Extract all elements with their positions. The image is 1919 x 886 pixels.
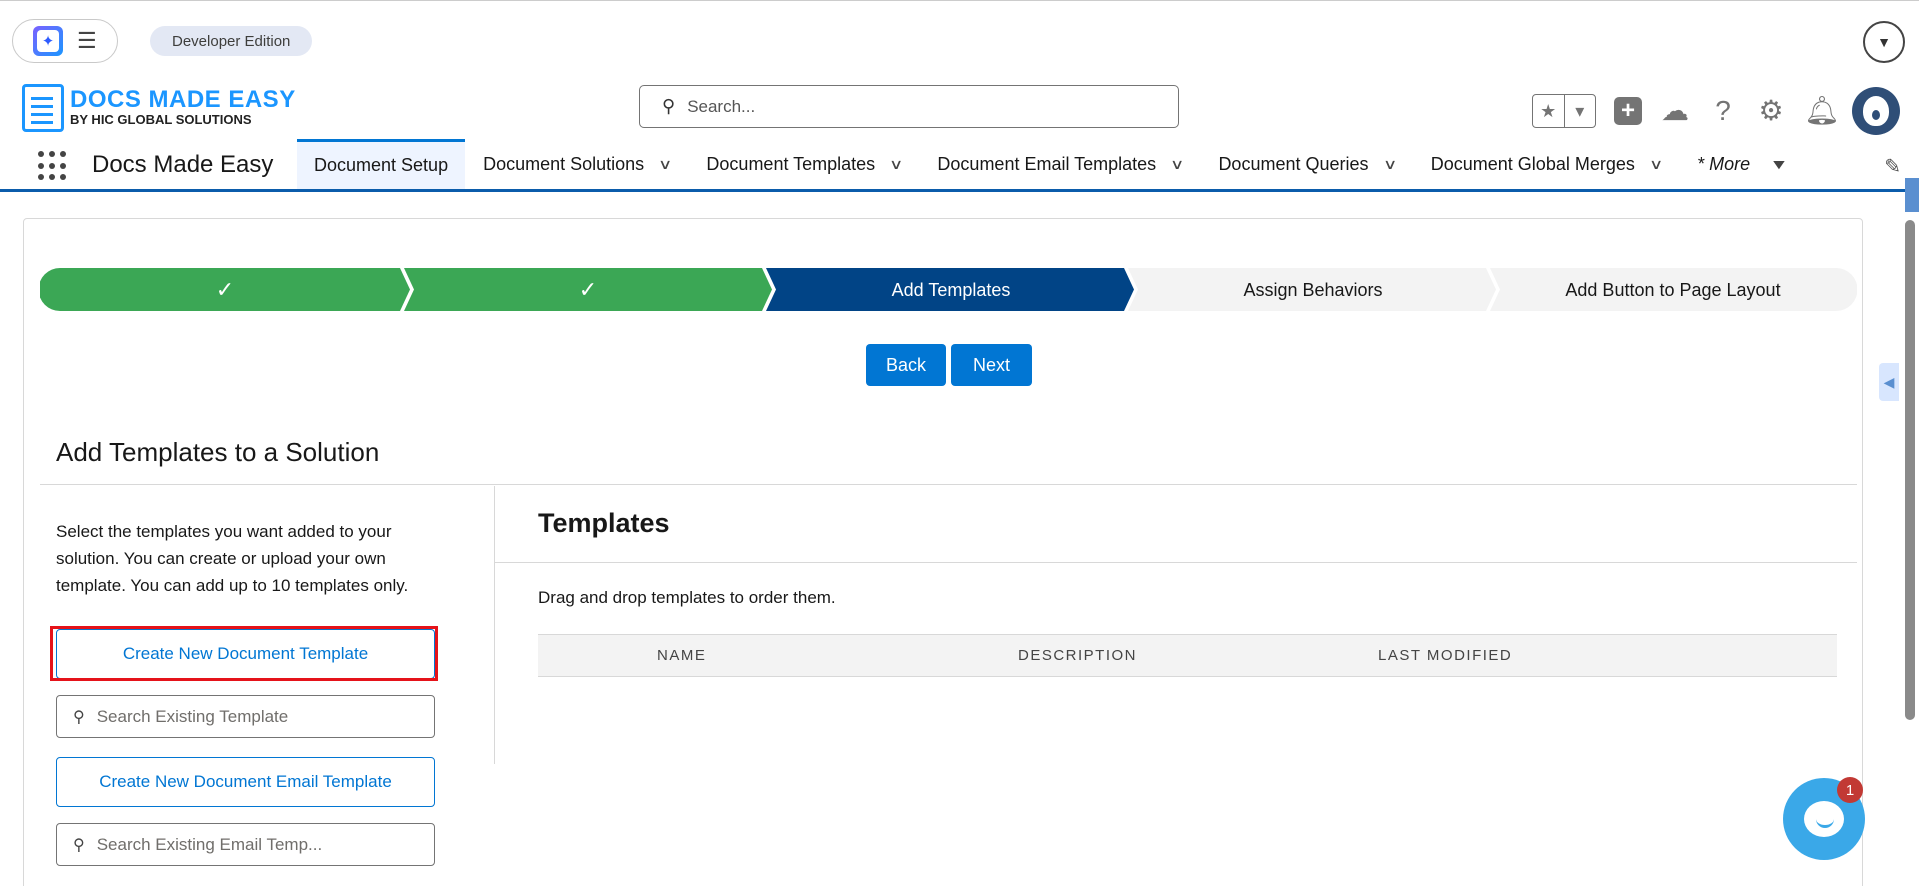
tab-label: Document Templates: [706, 153, 876, 174]
path-step-2-label: ✓: [579, 278, 597, 303]
divider: [495, 562, 1857, 563]
tab-label: Document Global Merges: [1430, 153, 1635, 174]
column-header-last-modified[interactable]: LAST MODIFIED: [1378, 635, 1512, 676]
search-email-placeholder: Search Existing Email Temp...: [96, 834, 323, 854]
chat-icon: [1804, 801, 1844, 837]
app-launcher-waffle-icon[interactable]: [38, 151, 68, 181]
templates-title: Templates: [538, 508, 670, 538]
setup-gear-icon[interactable]: ⚙: [1756, 97, 1786, 125]
edition-badge: Developer Edition: [150, 26, 313, 56]
chevron-down-icon[interactable]: ∨: [1170, 156, 1184, 173]
collapse-panel-icon[interactable]: ◀: [1879, 363, 1899, 401]
create-email-template-button[interactable]: Create New Document Email Template: [56, 757, 435, 807]
app-name: Docs Made Easy: [92, 151, 274, 178]
user-avatar[interactable]: [1852, 87, 1900, 135]
tab-more[interactable]: * More ▼: [1679, 139, 1804, 189]
star-icon[interactable]: ★: [1533, 95, 1565, 127]
help-icon[interactable]: ?: [1708, 97, 1738, 125]
global-search-placeholder: Search...: [687, 96, 756, 116]
chevron-down-icon[interactable]: ∨: [658, 156, 672, 173]
templates-table-header: NAME DESCRIPTION LAST MODIFIED: [538, 634, 1837, 677]
page-scrollbar[interactable]: [1905, 220, 1915, 720]
more-label: * More: [1697, 153, 1751, 174]
column-header-name[interactable]: NAME: [657, 635, 706, 676]
tab-label: Document Queries: [1218, 153, 1369, 174]
agentforce-icon[interactable]: ✦: [33, 26, 63, 56]
path-step-5-label: Add Button to Page Layout: [1565, 280, 1780, 300]
path-step-1-label: ✓: [216, 278, 234, 303]
back-button[interactable]: Back: [866, 344, 946, 386]
search-icon: ⚲: [73, 708, 85, 726]
next-button[interactable]: Next: [951, 344, 1032, 386]
edit-nav-pencil-icon[interactable]: ✎: [1884, 154, 1901, 179]
search-icon: ⚲: [662, 96, 676, 116]
notifications-bell-icon[interactable]: 🔔︎: [1804, 97, 1840, 125]
global-actions-plus-icon[interactable]: +: [1614, 97, 1642, 125]
caret-down-icon: ▼: [1769, 156, 1789, 172]
logo-subtitle: BY HIC GLOBAL SOLUTIONS: [70, 112, 252, 128]
hamburger-menu-icon[interactable]: ☰: [77, 30, 97, 52]
search-template-placeholder: Search Existing Template: [96, 706, 289, 726]
trailhead-guidance-icon[interactable]: ☁: [1660, 97, 1690, 125]
tab-document-setup[interactable]: Document Setup: [297, 139, 466, 189]
document-logo-icon: [22, 84, 64, 132]
divider: [40, 484, 1857, 485]
corner-tab[interactable]: [1905, 178, 1919, 212]
chevron-down-icon[interactable]: ∨: [1382, 156, 1396, 173]
tab-label: Document Email Templates: [937, 153, 1157, 174]
chevron-down-icon[interactable]: ▼: [1863, 21, 1905, 63]
chevron-down-icon[interactable]: ∨: [889, 156, 903, 173]
chevron-down-icon[interactable]: ∨: [1649, 156, 1663, 173]
global-search-input[interactable]: ⚲ Search...: [639, 85, 1179, 128]
intro-text: Select the templates you want added to y…: [56, 522, 409, 595]
logo-title: DOCS MADE EASY: [70, 86, 296, 114]
section-title: Add Templates to a Solution: [56, 437, 380, 467]
chat-notification-badge: 1: [1837, 777, 1863, 803]
tab-document-queries[interactable]: Document Queries ∨: [1200, 139, 1412, 189]
app-navigation-bar: Docs Made Easy Document Setup Document S…: [0, 139, 1919, 192]
drag-drop-note: Drag and drop templates to order them.: [538, 588, 836, 607]
search-icon: ⚲: [73, 836, 85, 854]
tab-label: Document Setup: [314, 155, 449, 175]
app-launcher-pill[interactable]: ✦ ☰: [12, 19, 118, 63]
global-header: DOCS MADE EASY BY HIC GLOBAL SOLUTIONS ⚲…: [0, 76, 1919, 142]
search-existing-template-input[interactable]: ⚲ Search Existing Template: [56, 695, 435, 738]
highlight-box: [50, 626, 438, 681]
company-logo[interactable]: DOCS MADE EASY BY HIC GLOBAL SOLUTIONS: [22, 84, 296, 132]
favorites-dropdown-icon[interactable]: ▾: [1565, 95, 1596, 127]
column-header-description[interactable]: DESCRIPTION: [1018, 635, 1137, 676]
progress-path: ✓ ✓ Add Templates Assign Behaviors Add B…: [40, 268, 1857, 311]
tab-document-solutions[interactable]: Document Solutions ∨: [465, 139, 688, 189]
favorites-button[interactable]: ★ ▾: [1532, 94, 1596, 128]
tab-label: Document Solutions: [483, 153, 645, 174]
utility-bar: ✦ ☰ Developer Edition ▼: [0, 0, 1919, 75]
tab-document-templates[interactable]: Document Templates ∨: [688, 139, 919, 189]
tab-document-email-templates[interactable]: Document Email Templates ∨: [919, 139, 1200, 189]
tab-document-global-merges[interactable]: Document Global Merges ∨: [1413, 139, 1679, 189]
path-step-3-label: Add Templates: [892, 280, 1011, 300]
search-existing-email-template-input[interactable]: ⚲ Search Existing Email Temp...: [56, 823, 435, 866]
divider: [494, 486, 495, 764]
path-step-4-label: Assign Behaviors: [1243, 280, 1382, 300]
